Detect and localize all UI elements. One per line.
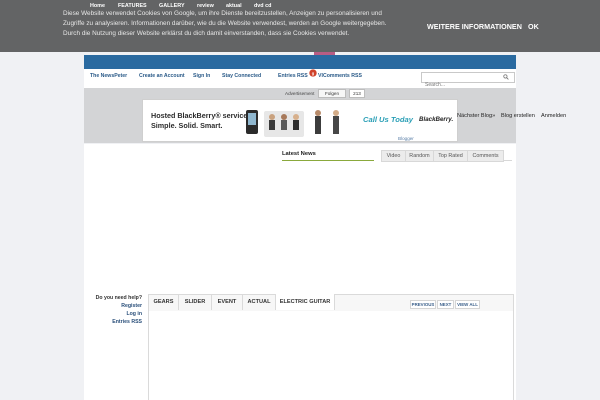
gplus-label: VI	[318, 73, 323, 79]
sign-in-button[interactable]: Anmelden	[541, 113, 566, 119]
subnav-entries-rss[interactable]: Entries RSS	[278, 73, 308, 79]
subnav-create-account[interactable]: Create an Account	[139, 73, 185, 79]
help-login-link[interactable]: Log in	[126, 311, 142, 317]
gallery-tab-gears[interactable]: GEARS	[149, 294, 179, 310]
gallery-tab-event[interactable]: EVENT	[212, 294, 243, 310]
nav-item-gallery[interactable]: GALLERY	[159, 3, 185, 9]
latest-news-heading: Latest News	[282, 151, 316, 157]
latest-news-underline	[282, 160, 374, 161]
ad-headline: Hosted BlackBerry® services.	[151, 111, 254, 120]
next-blog-button[interactable]: Nächster Blog»	[457, 113, 495, 119]
ad-call-to-action: Call Us Today	[363, 115, 413, 124]
search-icon[interactable]	[503, 74, 509, 80]
search-box	[421, 72, 515, 90]
main-nav	[84, 55, 516, 69]
create-blog-button[interactable]: Blog erstellen	[501, 113, 535, 119]
ad-subheadline: Simple. Solid. Smart.	[151, 121, 223, 130]
ad-people-image	[246, 110, 339, 137]
gallery-tab-slider[interactable]: SLIDER	[179, 294, 212, 310]
help-question: Do you need help?	[95, 295, 142, 301]
gallery-previous-button[interactable]: PREVIOUS	[410, 300, 436, 309]
nav-item-aktual[interactable]: aktual	[226, 3, 242, 9]
blogger-link-fragment[interactable]: Blogger	[398, 136, 414, 141]
nav-item-home[interactable]: Home	[90, 3, 105, 9]
tab-comments[interactable]: Comments	[467, 150, 504, 162]
gallery-content	[148, 311, 514, 400]
tab-random[interactable]: Random	[405, 150, 434, 162]
advertisement-label: Advertisement	[285, 91, 315, 96]
follow-button[interactable]: Folgen	[318, 89, 346, 98]
gallery-next-button[interactable]: NEXT	[437, 300, 454, 309]
ad-brand-logo: BlackBerry.	[419, 116, 454, 123]
google-plus-icon[interactable]: g	[309, 69, 317, 77]
cookie-notice-text: Diese Website verwendet Cookies von Goog…	[63, 10, 387, 37]
subnav-sign-in[interactable]: Sign In	[193, 73, 210, 79]
cookie-ok-button[interactable]: OK	[528, 22, 539, 31]
tab-top-rated[interactable]: Top Rated	[433, 150, 468, 162]
gallery-view-all-button[interactable]: VIEW ALL	[455, 300, 480, 309]
help-entries-rss-link[interactable]: Entries RSS	[112, 319, 142, 325]
tab-video[interactable]: Video	[381, 150, 406, 162]
cookie-more-info-link[interactable]: WEITERE INFORMATIONEN	[427, 22, 522, 31]
subnav-comments-rss[interactable]: Comments RSS	[323, 73, 362, 79]
nav-item-features[interactable]: FEATURES	[118, 3, 147, 9]
gallery-tab-electric-guitar[interactable]: ELECTRIC GUITAR	[276, 294, 335, 310]
gallery-tab-actual[interactable]: ACTUAL	[243, 294, 276, 310]
nav-item-dvd-cd[interactable]: dvd cd	[254, 3, 271, 9]
subnav-the-newspeter[interactable]: The NewsPeter	[90, 73, 127, 79]
follow-count: 213	[349, 89, 365, 98]
nav-item-review[interactable]: review	[197, 3, 214, 9]
help-register-link[interactable]: Register	[121, 303, 142, 309]
subnav-stay-connected[interactable]: Stay Connected	[222, 73, 261, 79]
